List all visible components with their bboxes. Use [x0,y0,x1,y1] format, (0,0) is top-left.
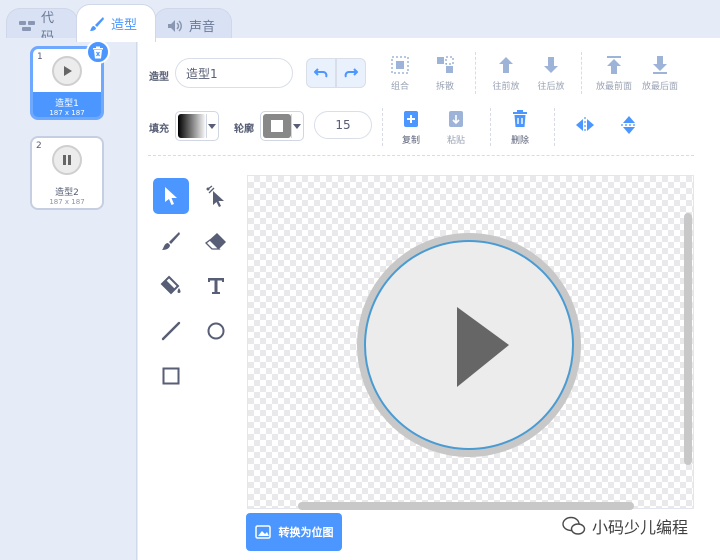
tab-code[interactable]: 代码 [6,8,78,45]
fill-tool[interactable] [153,268,189,304]
fill-label: 填充 [149,124,169,135]
brush-tool[interactable] [153,223,189,259]
ungroup-icon [437,56,454,73]
rectangle-icon [162,367,180,385]
fill-swatch [178,114,206,138]
brush-icon [162,232,180,250]
tab-bar: 代码 造型 声音 [0,0,720,45]
brush-icon [89,16,105,32]
undo-button[interactable] [306,58,336,88]
paste-icon [449,111,463,127]
reshape-tool[interactable] [198,178,234,214]
copy-icon [404,111,418,127]
costume-thumbnail [52,144,82,175]
text-tool[interactable] [198,268,234,304]
tab-costumes-label: 造型 [111,18,138,33]
arrow-down-icon [544,57,558,73]
fill-color-picker[interactable] [175,111,219,141]
outline-swatch [263,114,291,138]
flip-vertical-button[interactable] [603,114,655,139]
trash-icon [513,110,527,127]
flip-horizontal-icon [576,117,594,133]
watermark: 小码少儿编程 [562,514,688,538]
code-blocks-icon [19,20,35,32]
group-icon [391,56,409,74]
eraser-tool[interactable] [198,223,234,259]
caret-down-icon [207,123,216,129]
convert-to-bitmap-button[interactable]: 转换为位图 [246,513,342,551]
pause-icon [63,154,71,165]
outline-width-input[interactable]: 15 [314,111,372,139]
arrow-to-bottom-icon [653,56,667,74]
chat-bubbles-icon [562,516,586,535]
rectangle-tool[interactable] [153,358,189,394]
line-icon [161,321,181,341]
circle-tool[interactable] [198,313,234,349]
paste-button[interactable]: 粘贴 [430,108,482,146]
costume-number: 1 [37,52,43,62]
costume-name: 造型1 [55,99,79,109]
play-icon [64,65,72,76]
eraser-icon [205,233,226,250]
tab-costumes[interactable]: 造型 [76,4,156,42]
paint-editor: 造型 组合 拆散 往前放 往后放 放最前面 放最后面 填充 轮廓 15 [138,38,720,560]
undo-icon [314,68,328,78]
text-icon [208,278,224,294]
speaker-icon [167,19,183,33]
tab-sounds-label: 声音 [189,20,216,35]
tab-sounds[interactable]: 声音 [154,8,232,42]
costume-name-label: 造型 [149,72,169,83]
arrow-up-icon [499,57,513,73]
arrow-to-top-icon [607,56,621,74]
flip-vertical-icon [621,116,637,134]
costume-thumbnail [52,55,82,86]
delete-costume-button[interactable] [86,40,110,64]
caret-down-icon [292,123,301,129]
costume-size: 187 x 187 [49,109,85,117]
canvas-vertical-scrollbar[interactable] [684,213,692,465]
select-tool[interactable] [153,178,189,214]
redo-button[interactable] [336,58,366,88]
backward-button[interactable]: 往后放 [525,54,577,92]
costume-name-input[interactable] [175,58,293,88]
costume-item-2[interactable]: 2 造型2 187 x 187 [30,136,104,210]
reshape-icon [206,185,224,207]
ungroup-button[interactable]: 拆散 [419,54,471,92]
back-button[interactable]: 放最后面 [634,54,686,92]
toolbar-divider [148,155,694,156]
trash-icon [93,46,103,58]
delete-button[interactable]: 删除 [494,108,546,146]
cursor-icon [165,187,177,205]
costume-number: 2 [36,141,42,151]
play-icon [357,233,581,457]
costume-name: 造型2 [55,188,79,198]
redo-icon [344,68,358,78]
costume-size: 187 x 187 [49,198,85,206]
outline-color-picker[interactable] [260,111,304,141]
front-button[interactable]: 放最前面 [588,54,640,92]
paint-canvas[interactable] [247,175,694,509]
image-icon [254,525,271,539]
circle-icon [207,322,225,340]
paint-bucket-icon [160,275,181,295]
outline-label: 轮廓 [234,124,254,135]
costume-list: 1 造型1 187 x 187 2 造型2 187 x 187 [0,38,137,560]
line-tool[interactable] [153,313,189,349]
canvas-horizontal-scrollbar[interactable] [298,502,634,510]
